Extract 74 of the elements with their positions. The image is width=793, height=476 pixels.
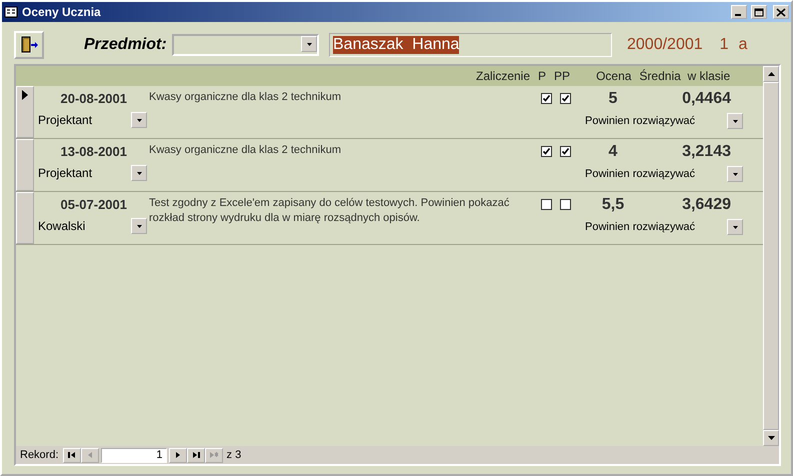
- teacher-text: Projektant: [38, 166, 92, 180]
- minimize-button[interactable]: [731, 5, 747, 19]
- description-text: Kwasy organiczne dla klas 2 technikum: [149, 90, 342, 105]
- last-record-button[interactable]: [186, 448, 205, 462]
- average-text: 0,4464: [681, 90, 731, 108]
- column-header: PP: [554, 69, 570, 83]
- caret-icon: [136, 225, 142, 228]
- checkbox[interactable]: [560, 93, 571, 104]
- checkbox[interactable]: [560, 199, 571, 210]
- checkbox[interactable]: [560, 146, 571, 157]
- dropdown-button[interactable]: [727, 166, 743, 182]
- school-year: 2000/2001: [627, 36, 703, 54]
- dropdown-button[interactable]: [131, 112, 147, 128]
- maximize-icon: [754, 8, 764, 16]
- teacher-text: Projektant: [38, 113, 92, 127]
- description-text: Kwasy organiczne dla klas 2 technikum: [149, 143, 342, 158]
- description-text: Test zgodny z Excele'em zapisany do celów testowych. Powinien pokazać rozkład strony wydruku dla w miarę rozsądnych opisów.: [149, 196, 510, 226]
- close-button[interactable]: [773, 5, 789, 19]
- door-icon: [19, 35, 39, 55]
- note-text: Powinien rozwiązywać: [585, 115, 696, 127]
- first-record-button[interactable]: [62, 448, 81, 462]
- last-icon: [192, 452, 200, 458]
- record-count: z 3: [226, 449, 242, 461]
- caret-icon: [136, 119, 142, 122]
- class-number: 1: [720, 36, 729, 54]
- column-header: Zaliczenie: [476, 69, 530, 83]
- date-text: 13-08-2001: [60, 144, 128, 159]
- note-text: Powinien rozwiązywać: [585, 168, 696, 180]
- record-label: Rekord:: [20, 449, 59, 461]
- close-icon: [776, 8, 786, 16]
- pointer-icon: [22, 90, 28, 100]
- maximize-button[interactable]: [751, 5, 767, 19]
- column-header: P: [538, 69, 546, 83]
- column-header: Ocena: [596, 69, 632, 83]
- subject-label: Przedmiot:: [84, 36, 168, 54]
- caret-icon: [732, 120, 738, 123]
- dropdown-button[interactable]: [727, 219, 743, 235]
- exit-button[interactable]: [14, 31, 44, 59]
- average-text: 3,6429: [681, 196, 731, 214]
- dropdown-button[interactable]: [727, 113, 743, 129]
- window-title: Oceny Ucznia: [22, 5, 102, 19]
- form-icon: [4, 5, 18, 19]
- average-text: 3,2143: [681, 143, 731, 161]
- minimize-icon: [735, 14, 741, 16]
- prev-icon: [88, 452, 92, 458]
- scroll-down-button[interactable]: [763, 430, 779, 446]
- date-text: 20-08-2001: [60, 91, 128, 106]
- dropdown-button[interactable]: [131, 165, 147, 181]
- scroll-up-button[interactable]: [763, 66, 779, 82]
- first-icon: [68, 452, 75, 458]
- next-record-button[interactable]: [168, 448, 187, 462]
- caret-icon: [732, 226, 738, 229]
- note-text: Powinien rozwiązywać: [585, 221, 696, 233]
- dropdown-button[interactable]: [131, 218, 147, 234]
- checkbox[interactable]: [541, 93, 552, 104]
- checkbox[interactable]: [541, 199, 552, 210]
- checkbox[interactable]: [541, 146, 552, 157]
- grade-text: 5: [608, 90, 618, 108]
- record-selector[interactable]: [16, 86, 34, 138]
- teacher-text: Kowalski: [38, 219, 86, 233]
- column-header: Średnia w klasie: [639, 69, 730, 83]
- new-icon: [210, 452, 218, 458]
- grade-text: 4: [608, 143, 618, 161]
- caret-icon: [136, 172, 142, 175]
- down-arrow-icon: [768, 436, 774, 440]
- date-text: 05-07-2001: [60, 197, 128, 212]
- caret-icon: [306, 43, 312, 46]
- up-arrow-icon: [768, 72, 774, 76]
- record-number-field[interactable]: 1: [100, 448, 167, 462]
- next-icon: [176, 452, 180, 458]
- dropdown-button[interactable]: [301, 36, 317, 52]
- grade-text: 5,5: [600, 196, 626, 214]
- caret-icon: [732, 173, 738, 176]
- class-letter: a: [738, 36, 748, 54]
